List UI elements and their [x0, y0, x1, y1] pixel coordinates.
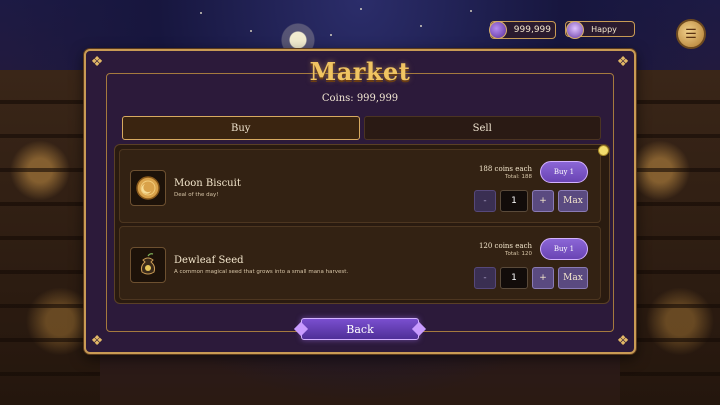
star	[420, 25, 422, 27]
star	[360, 8, 362, 10]
item-description: Deal of the day!	[174, 192, 219, 198]
price-total: Total: 120	[505, 251, 532, 257]
price-total: Total: 188	[505, 174, 532, 180]
hud-coin-value: 999,999	[513, 25, 551, 35]
decrease-quantity-button[interactable]: -	[474, 267, 496, 289]
hud-coin-counter: 999,999	[489, 21, 556, 39]
market-panel: ❖ ❖ ❖ ❖ Market Coins: 999,999 Buy Sell M…	[84, 49, 636, 354]
star	[330, 34, 332, 36]
quantity-stepper: - 1 + Max	[474, 190, 588, 212]
buy-button[interactable]: Buy 1	[540, 238, 588, 260]
max-quantity-button[interactable]: Max	[558, 267, 588, 289]
tab-sell[interactable]: Sell	[363, 116, 601, 140]
item-price: 120 coins each Total: 120	[479, 242, 532, 257]
buy-button[interactable]: Buy 1	[540, 161, 588, 183]
list-item: Dewleaf Seed A common magical seed that …	[119, 226, 601, 300]
journal-book-button[interactable]: ☰	[676, 19, 706, 49]
increase-quantity-button[interactable]: +	[532, 267, 554, 289]
corner-ornament-icon: ❖	[90, 333, 104, 349]
book-icon: ☰	[685, 26, 697, 42]
item-list[interactable]: Moon Biscuit Deal of the day! 188 coins …	[114, 144, 610, 304]
star	[470, 10, 472, 12]
price-each: 188 coins each	[478, 165, 532, 173]
hud-mood-label: Happy	[591, 24, 617, 34]
item-price: 188 coins each Total: 188	[479, 165, 532, 180]
decrease-quantity-button[interactable]: -	[474, 190, 496, 212]
moon-biscuit-icon	[130, 170, 166, 206]
corner-ornament-icon: ❖	[616, 333, 630, 349]
tab-buy[interactable]: Buy	[122, 116, 360, 140]
back-button[interactable]: Back	[301, 318, 419, 340]
avatar	[566, 21, 584, 39]
item-description: A common magical seed that grows into a …	[174, 269, 349, 275]
quantity-field[interactable]: 1	[500, 267, 528, 289]
increase-quantity-button[interactable]: +	[532, 190, 554, 212]
item-name: Moon Biscuit	[174, 178, 241, 189]
star	[250, 30, 252, 32]
quantity-stepper: - 1 + Max	[474, 267, 588, 289]
market-title: Market	[309, 57, 411, 86]
price-each: 120 coins each	[478, 242, 532, 250]
scroll-indicator[interactable]	[598, 145, 609, 156]
gem-icon	[489, 21, 507, 39]
market-tabs: Buy Sell	[122, 116, 601, 140]
hud-mood-status[interactable]: Happy	[565, 21, 635, 39]
list-item: Moon Biscuit Deal of the day! 188 coins …	[119, 149, 601, 223]
quantity-field[interactable]: 1	[500, 190, 528, 212]
max-quantity-button[interactable]: Max	[558, 190, 588, 212]
star	[200, 12, 202, 14]
item-name: Dewleaf Seed	[174, 255, 244, 266]
coins-balance: Coins: 999,999	[321, 93, 399, 104]
seed-pouch-icon	[130, 247, 166, 283]
